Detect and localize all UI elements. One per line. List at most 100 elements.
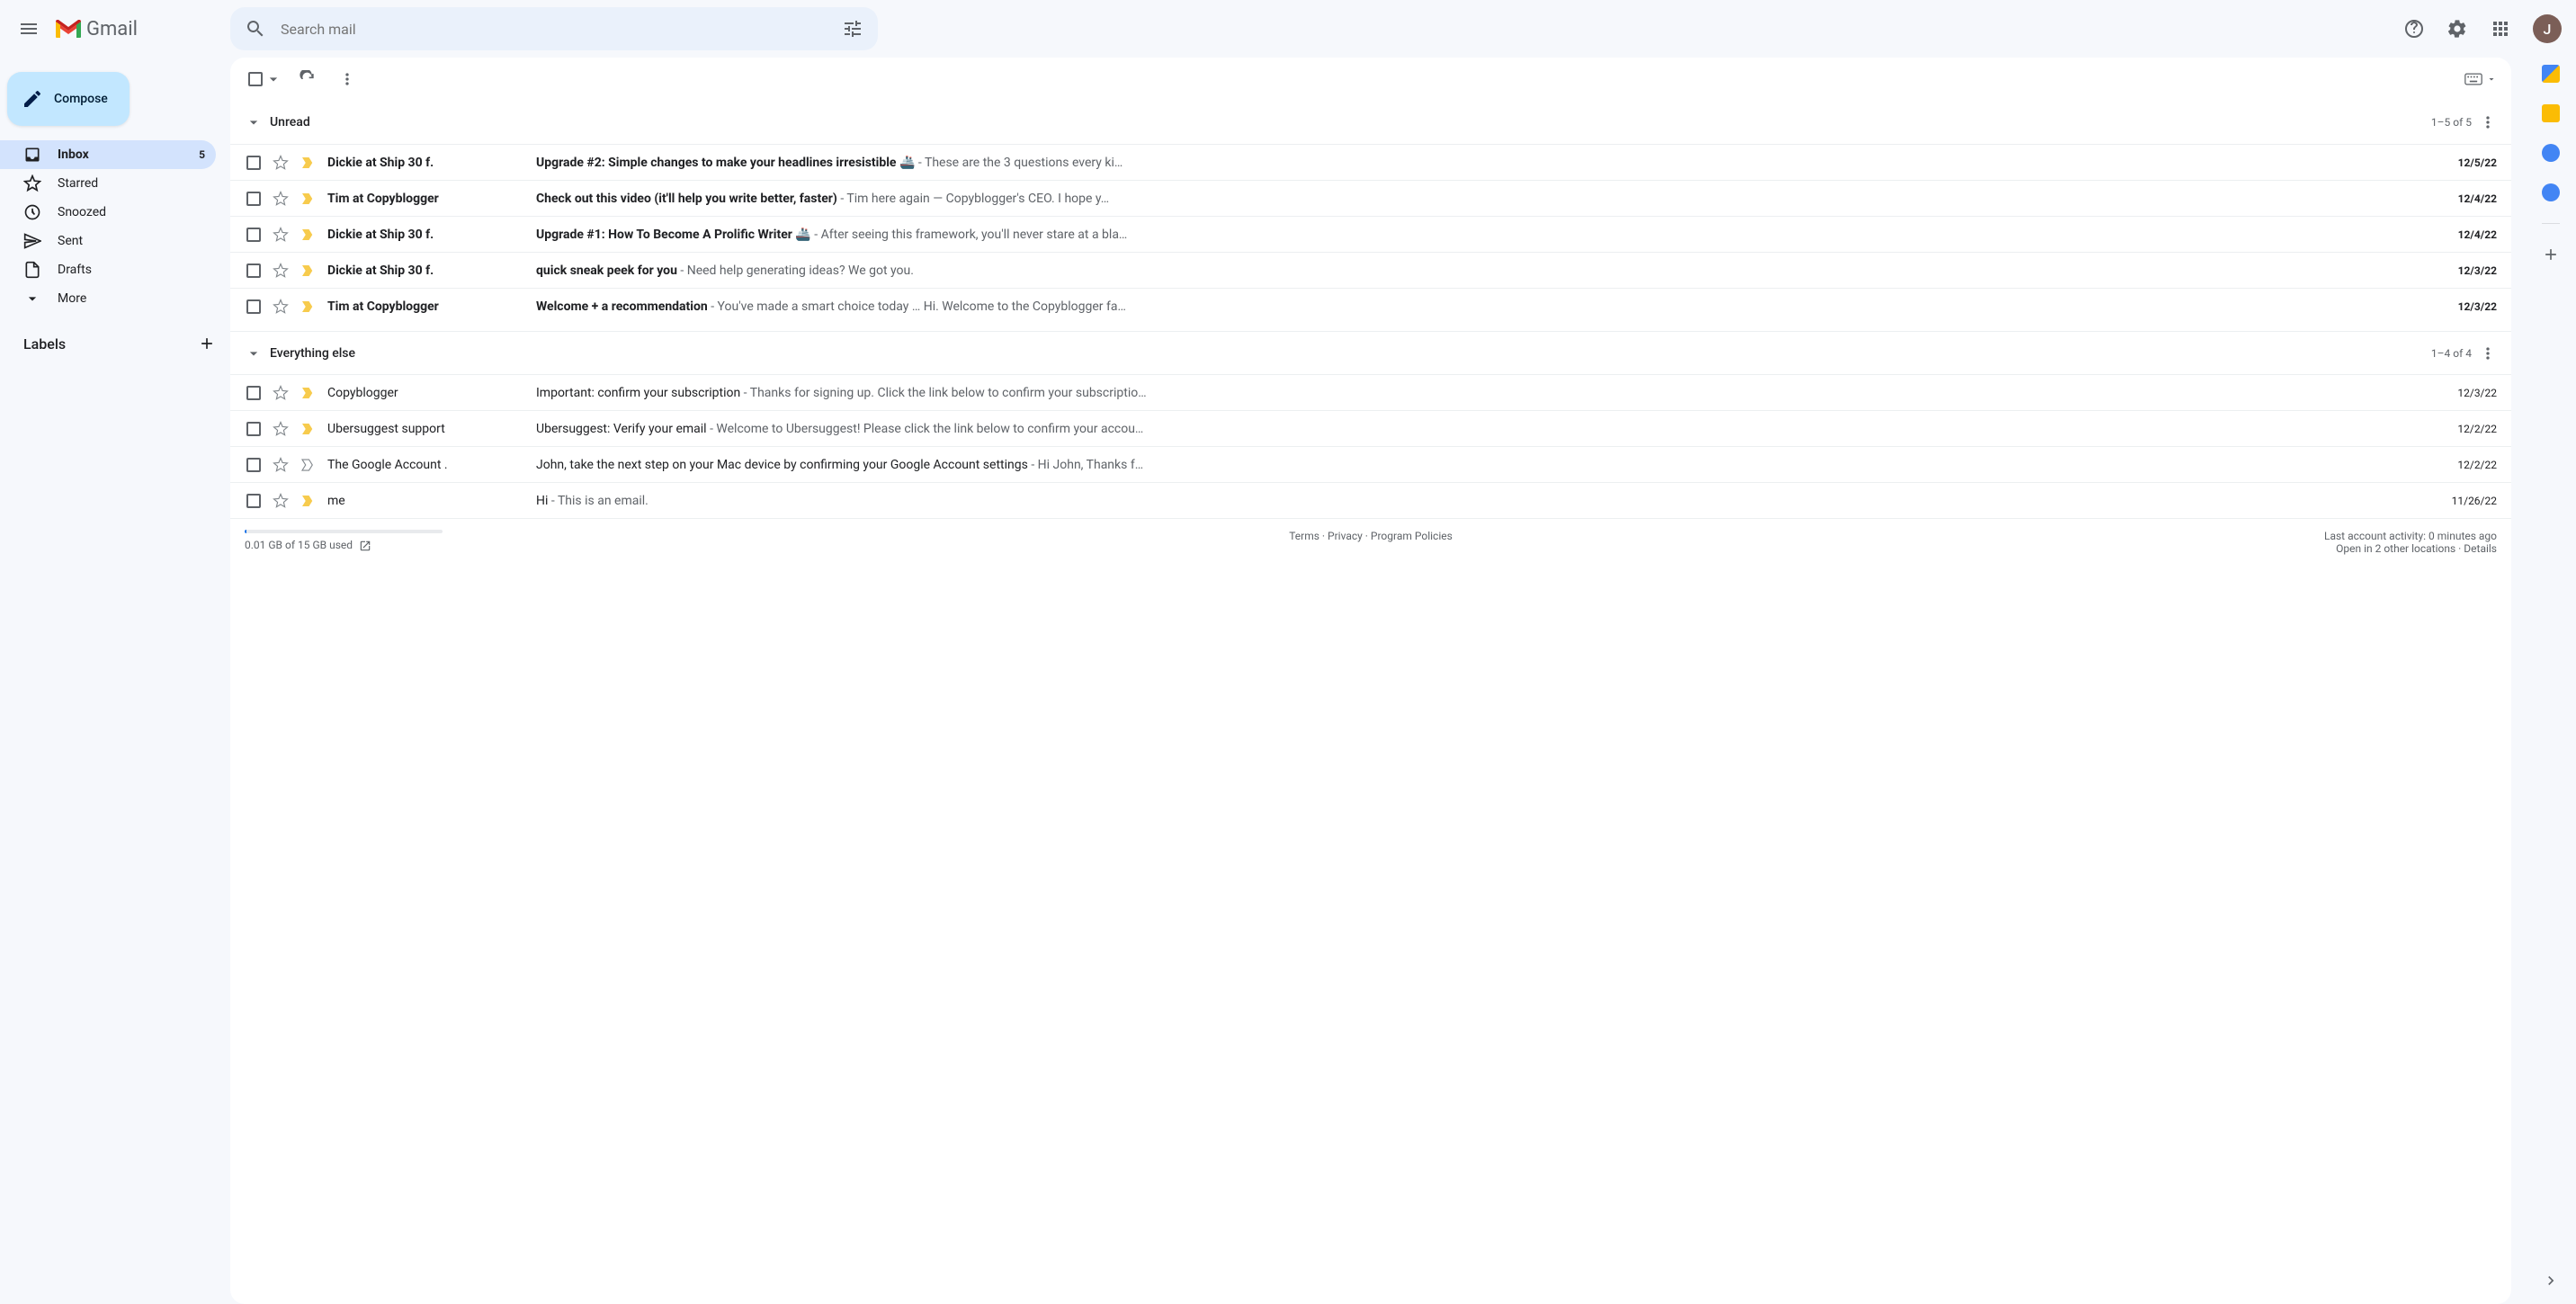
star-button[interactable] (272, 299, 290, 315)
input-tools-button[interactable] (2464, 73, 2497, 85)
important-button[interactable] (299, 457, 317, 473)
section-title: Unread (270, 115, 310, 130)
search-options-button[interactable] (835, 11, 871, 47)
sidebar-item-inbox[interactable]: Inbox 5 (0, 140, 216, 169)
row-subject: Welcome + a recommendation - You've made… (536, 299, 2425, 314)
important-button[interactable] (299, 263, 317, 279)
sidebar-item-snoozed[interactable]: Snoozed (0, 198, 216, 227)
storage-text: 0.01 GB of 15 GB used (245, 539, 353, 551)
header: Gmail J (0, 0, 2576, 58)
details-link[interactable]: Details (2464, 542, 2497, 555)
search-button[interactable] (237, 11, 273, 47)
row-checkbox[interactable] (246, 458, 261, 472)
sidebar-item-starred[interactable]: Starred (0, 169, 216, 198)
row-subject: Hi - This is an email. (536, 494, 2425, 508)
plus-icon (2542, 246, 2560, 263)
sidebar-item-more[interactable]: More (0, 284, 216, 313)
mail-row[interactable]: CopybloggerImportant: confirm your subsc… (230, 374, 2511, 410)
section-header-unread[interactable]: Unread 1–5 of 5 (230, 101, 2511, 144)
main-menu-button[interactable] (7, 7, 50, 50)
settings-button[interactable] (2439, 11, 2475, 47)
tune-icon (842, 18, 863, 40)
calendar-app-icon[interactable] (2542, 65, 2560, 83)
star-button[interactable] (272, 155, 290, 171)
important-button[interactable] (299, 191, 317, 207)
row-checkbox[interactable] (246, 263, 261, 278)
section-count: 1–4 of 4 (2431, 347, 2472, 360)
row-subject: Upgrade #2: Simple changes to make your … (536, 156, 2425, 170)
mail-row[interactable]: Dickie at Ship 30 f.quick sneak peek for… (230, 252, 2511, 288)
mail-row[interactable]: Tim at CopybloggerWelcome + a recommenda… (230, 288, 2511, 324)
storage-bar (245, 530, 443, 533)
row-checkbox[interactable] (246, 422, 261, 436)
row-checkbox[interactable] (246, 299, 261, 314)
gmail-logo-icon (54, 18, 83, 40)
inbox-icon (23, 146, 41, 164)
refresh-button[interactable] (290, 61, 326, 97)
section-header-else[interactable]: Everything else 1–4 of 4 (230, 331, 2511, 374)
policies-link[interactable]: Program Policies (1371, 530, 1453, 542)
labels-header: Labels (0, 335, 230, 353)
select-all-checkbox[interactable] (248, 72, 263, 86)
section-count: 1–5 of 5 (2431, 116, 2472, 129)
important-button[interactable] (299, 299, 317, 315)
select-dropdown[interactable] (264, 70, 282, 88)
section-more-button[interactable] (2479, 113, 2497, 131)
nav-count: 5 (199, 148, 205, 161)
chevron-down-icon (245, 113, 263, 131)
row-checkbox[interactable] (246, 156, 261, 170)
mail-row[interactable]: Dickie at Ship 30 f.Upgrade #1: How To B… (230, 216, 2511, 252)
row-checkbox[interactable] (246, 386, 261, 400)
sidebar-item-sent[interactable]: Sent (0, 227, 216, 255)
row-sender: Ubersuggest support (327, 422, 507, 436)
open-link-icon[interactable] (359, 540, 371, 552)
important-button[interactable] (299, 421, 317, 437)
star-button[interactable] (272, 263, 290, 279)
section-more-button[interactable] (2479, 344, 2497, 362)
mail-row[interactable]: Dickie at Ship 30 f.Upgrade #2: Simple c… (230, 144, 2511, 180)
star-button[interactable] (272, 457, 290, 473)
important-button[interactable] (299, 155, 317, 171)
star-button[interactable] (272, 421, 290, 437)
star-icon (23, 174, 41, 192)
mail-row[interactable]: Tim at CopybloggerCheck out this video (… (230, 180, 2511, 216)
row-sender: Dickie at Ship 30 f. (327, 228, 507, 242)
row-checkbox[interactable] (246, 494, 261, 508)
mail-row[interactable]: Ubersuggest supportUbersuggest: Verify y… (230, 410, 2511, 446)
sidebar-item-drafts[interactable]: Drafts (0, 255, 216, 284)
mail-row[interactable]: The Google Account .John, take the next … (230, 446, 2511, 482)
chevron-down-icon (23, 290, 41, 308)
nav-label: Inbox (58, 147, 199, 162)
add-label-button[interactable] (198, 335, 216, 353)
gmail-logo[interactable]: Gmail (54, 18, 138, 40)
row-checkbox[interactable] (246, 192, 261, 206)
row-date: 11/26/22 (2425, 495, 2497, 507)
row-date: 12/5/22 (2425, 156, 2497, 169)
support-button[interactable] (2396, 11, 2432, 47)
account-avatar[interactable]: J (2533, 14, 2562, 43)
hide-side-panel-button[interactable] (2542, 1272, 2560, 1290)
mail-row[interactable]: meHi - This is an email.11/26/22 (230, 482, 2511, 518)
important-button[interactable] (299, 227, 317, 243)
contacts-app-icon[interactable] (2542, 183, 2560, 201)
star-button[interactable] (272, 191, 290, 207)
privacy-link[interactable]: Privacy (1328, 530, 1363, 542)
row-checkbox[interactable] (246, 228, 261, 242)
get-addons-button[interactable] (2542, 246, 2560, 263)
important-button[interactable] (299, 493, 317, 509)
file-icon (23, 261, 41, 279)
star-button[interactable] (272, 227, 290, 243)
important-button[interactable] (299, 385, 317, 401)
apps-button[interactable] (2482, 11, 2518, 47)
clock-icon (23, 203, 41, 221)
star-button[interactable] (272, 385, 290, 401)
search-input[interactable] (273, 21, 835, 38)
star-button[interactable] (272, 493, 290, 509)
section-title: Everything else (270, 346, 355, 361)
compose-button[interactable]: Compose (7, 72, 130, 126)
labels-title: Labels (23, 335, 66, 353)
terms-link[interactable]: Terms (1289, 530, 1319, 542)
more-button[interactable] (329, 61, 365, 97)
keep-app-icon[interactable] (2542, 104, 2560, 122)
tasks-app-icon[interactable] (2542, 144, 2560, 162)
